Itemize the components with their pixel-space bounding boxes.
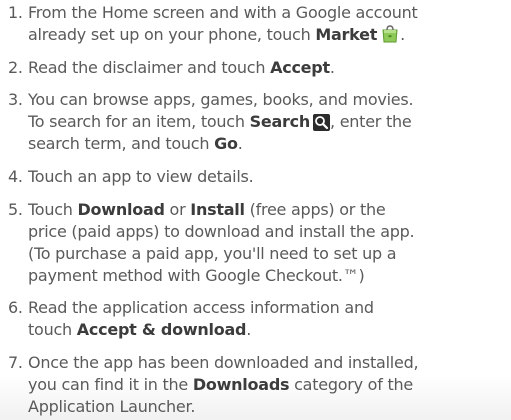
step-bold-text: Go [214,134,238,153]
step-number: 6. [8,298,23,317]
step-text: (To purchase a paid app, you'll need to … [28,244,397,263]
instruction-steps: 1. From the Home screen and with a Google… [0,0,511,420]
step-bold-text: Accept & download [76,320,247,339]
step-number: 1. [8,3,23,22]
step-text: already set up on your phone, touch [28,25,316,44]
search-icon [313,114,331,131]
step-text: search term, and touch [28,134,215,153]
step-bold-text: Market [315,25,378,44]
step-bold-text: Install [190,200,245,219]
step-text: payment method with Google Checkout.™) [28,266,365,285]
market-bag-icon [380,24,400,50]
step-1: 1. From the Home screen and with a Google… [8,2,508,50]
step-bold-text: Accept [270,58,330,77]
step-text: Once the app has been downloaded and ins… [28,353,419,372]
step-text: you can find it in the [28,375,193,394]
step-number: 5. [8,200,23,219]
step-3: 3. You can browse apps, games, books, and… [8,90,414,153]
step-text: Application Launcher. [28,397,196,416]
step-5: 5. Touch Download or Install (free apps) … [8,200,415,285]
step-bold-text: Downloads [192,375,290,394]
step-2: 2. Read the disclaimer and touch Accept. [8,58,335,77]
step-4: 4. Touch an app to view details. [8,166,508,188]
step-text: touch [28,320,77,339]
step-number: 2. [8,58,23,77]
step-bold-text: Download [77,200,165,219]
step-number: 4. [8,167,23,186]
step-number: 3. [8,90,23,109]
step-text: From the Home screen and with a Google a… [28,3,418,22]
step-text: You can browse apps, games, books, and m… [28,90,414,109]
step-text: To search for an item, touch [28,112,250,131]
step-text: Read the disclaimer and touch [28,58,271,77]
step-text: Touch an app to view details. [28,167,254,186]
step-7: 7. Once the app has been downloaded and i… [8,353,419,416]
step-6: 6. Read the application access informatio… [8,298,374,339]
step-text: Read the application access information … [28,298,374,317]
step-bold-text: Search [249,112,311,131]
step-text: price (paid apps) to download and instal… [28,222,415,241]
step-number: 7. [8,353,23,372]
